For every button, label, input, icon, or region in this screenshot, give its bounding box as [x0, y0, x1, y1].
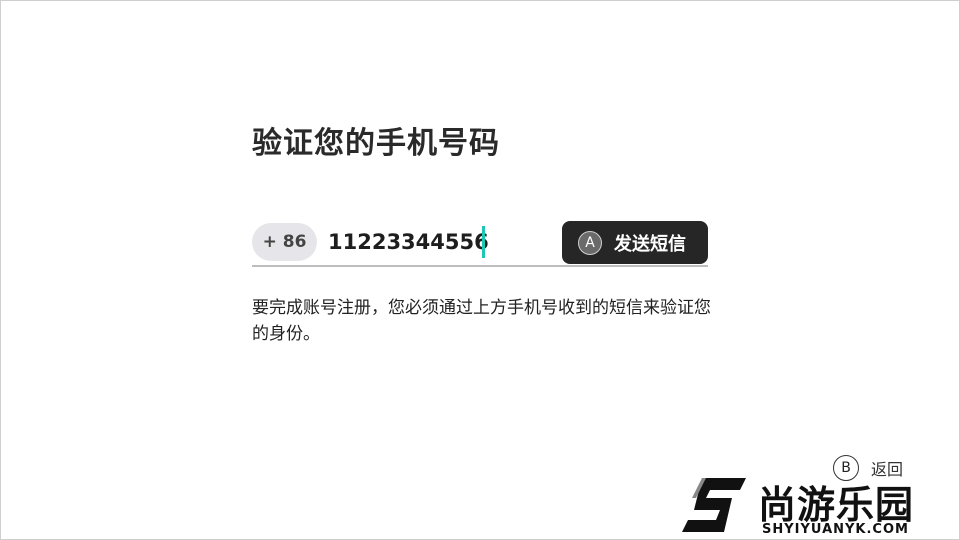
send-sms-button[interactable]: A 发送短信 [562, 221, 708, 264]
page-frame [0, 0, 960, 540]
watermark-logo-icon [682, 478, 746, 532]
verification-description: 要完成账号注册，您必须通过上方手机号收到的短信来验证您的身份。 [252, 298, 711, 344]
text-caret [482, 226, 485, 258]
watermark-name: 尚游乐园 [758, 483, 915, 527]
country-code-selector[interactable]: + 86 [252, 223, 317, 261]
phone-number-input[interactable] [328, 227, 528, 257]
site-watermark: 尚游乐园 SHYIYUANYK.COM [680, 474, 960, 540]
send-sms-label: 发送短信 [614, 233, 686, 255]
page-title: 验证您的手机号码 [252, 126, 500, 161]
phone-input-row: + 86 A 发送短信 [252, 221, 708, 267]
watermark-domain: SHYIYUANYK.COM [762, 522, 909, 537]
a-button-icon: A [578, 230, 602, 255]
